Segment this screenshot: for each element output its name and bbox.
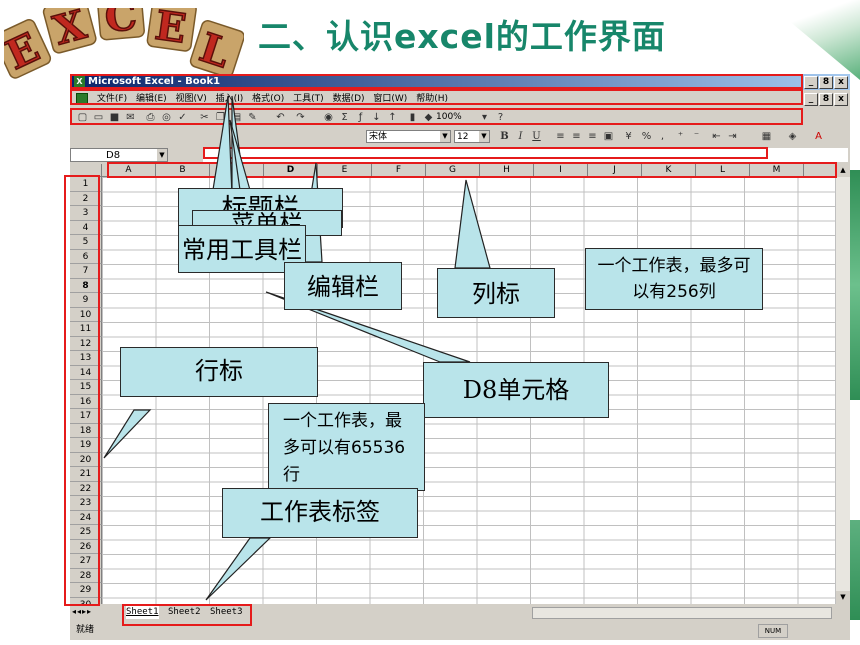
callout-max-columns: 一个工作表，最多可以有256列 (585, 248, 763, 310)
callout-max-rows: 一个工作表，最多可以有65536行 (268, 403, 425, 491)
highlight-title-bar (70, 74, 803, 89)
highlight-formula-bar (203, 147, 768, 159)
font-size-select[interactable]: 12 ▼ (454, 130, 490, 143)
font-name-value: 宋体 (369, 132, 388, 142)
highlight-column-headers (107, 162, 837, 178)
font-name-select[interactable]: 宋体 ▼ (366, 130, 451, 143)
logo-letter-c: C (103, 8, 139, 42)
increase-indent-icon[interactable]: ⇥ (726, 130, 739, 143)
percent-icon[interactable]: % (640, 130, 653, 143)
callout-column-label: 列标 (437, 268, 555, 318)
highlight-toolbar (70, 108, 803, 125)
callout-sheet-tab: 工作表标签 (222, 488, 418, 538)
corner-decoration (764, 0, 860, 80)
callout-cell-d8: D8单元格 (423, 362, 609, 418)
comma-icon[interactable]: , (656, 130, 669, 143)
vertical-scrollbar[interactable]: ▲ ▼ (835, 164, 850, 604)
increase-decimal-icon[interactable]: ⁺ (674, 130, 687, 143)
currency-icon[interactable]: ¥ (622, 130, 635, 143)
highlight-row-headers (64, 175, 100, 606)
chevron-down-icon[interactable]: ▼ (440, 131, 450, 142)
italic-button[interactable]: I (514, 130, 527, 143)
doc-restore-button[interactable]: 8 (819, 93, 833, 106)
status-text: 就绪 (76, 625, 95, 635)
scroll-up-icon[interactable]: ▲ (836, 164, 850, 177)
decrease-indent-icon[interactable]: ⇤ (710, 130, 723, 143)
slide-title: 二、认识excel的工作界面 (258, 17, 666, 56)
name-box[interactable]: D8 ▼ (70, 148, 168, 162)
formatting-toolbar: 宋体 ▼ 12 ▼ B I U ≡ ≡ ≡ ▣ ¥ % , ⁺ ⁻ ⇤ ⇥ ▦ ◈ … (70, 128, 850, 146)
num-lock-indicator: NUM (758, 624, 788, 638)
merge-center-icon[interactable]: ▣ (602, 130, 615, 143)
font-color-icon[interactable]: A (812, 130, 825, 143)
chevron-down-icon[interactable]: ▼ (157, 149, 167, 161)
horizontal-scrollbar[interactable] (532, 607, 832, 619)
borders-icon[interactable]: ▦ (760, 130, 773, 143)
restore-button[interactable]: 8 (819, 76, 833, 89)
minimize-button[interactable]: _ (804, 76, 818, 89)
decrease-decimal-icon[interactable]: ⁻ (690, 130, 703, 143)
underline-button[interactable]: U (530, 130, 543, 143)
doc-close-button[interactable]: x (834, 93, 848, 106)
highlight-sheet-tabs (122, 604, 252, 626)
align-center-icon[interactable]: ≡ (570, 130, 583, 143)
highlight-menu-bar (70, 89, 803, 105)
scroll-down-icon[interactable]: ▼ (836, 591, 850, 604)
font-size-value: 12 (457, 132, 469, 142)
chevron-down-icon[interactable]: ▼ (479, 131, 489, 142)
bold-button[interactable]: B (498, 130, 511, 143)
doc-minimize-button[interactable]: _ (804, 93, 818, 106)
fill-color-icon[interactable]: ◈ (786, 130, 799, 143)
name-box-value: D8 (106, 150, 121, 161)
callout-formula-bar: 编辑栏 (284, 262, 402, 310)
align-right-icon[interactable]: ≡ (586, 130, 599, 143)
callout-row-label: 行标 (120, 347, 318, 397)
close-button[interactable]: x (834, 76, 848, 89)
tab-scroll-icons[interactable]: ◂◂▸▸ (72, 607, 92, 616)
align-left-icon[interactable]: ≡ (554, 130, 567, 143)
